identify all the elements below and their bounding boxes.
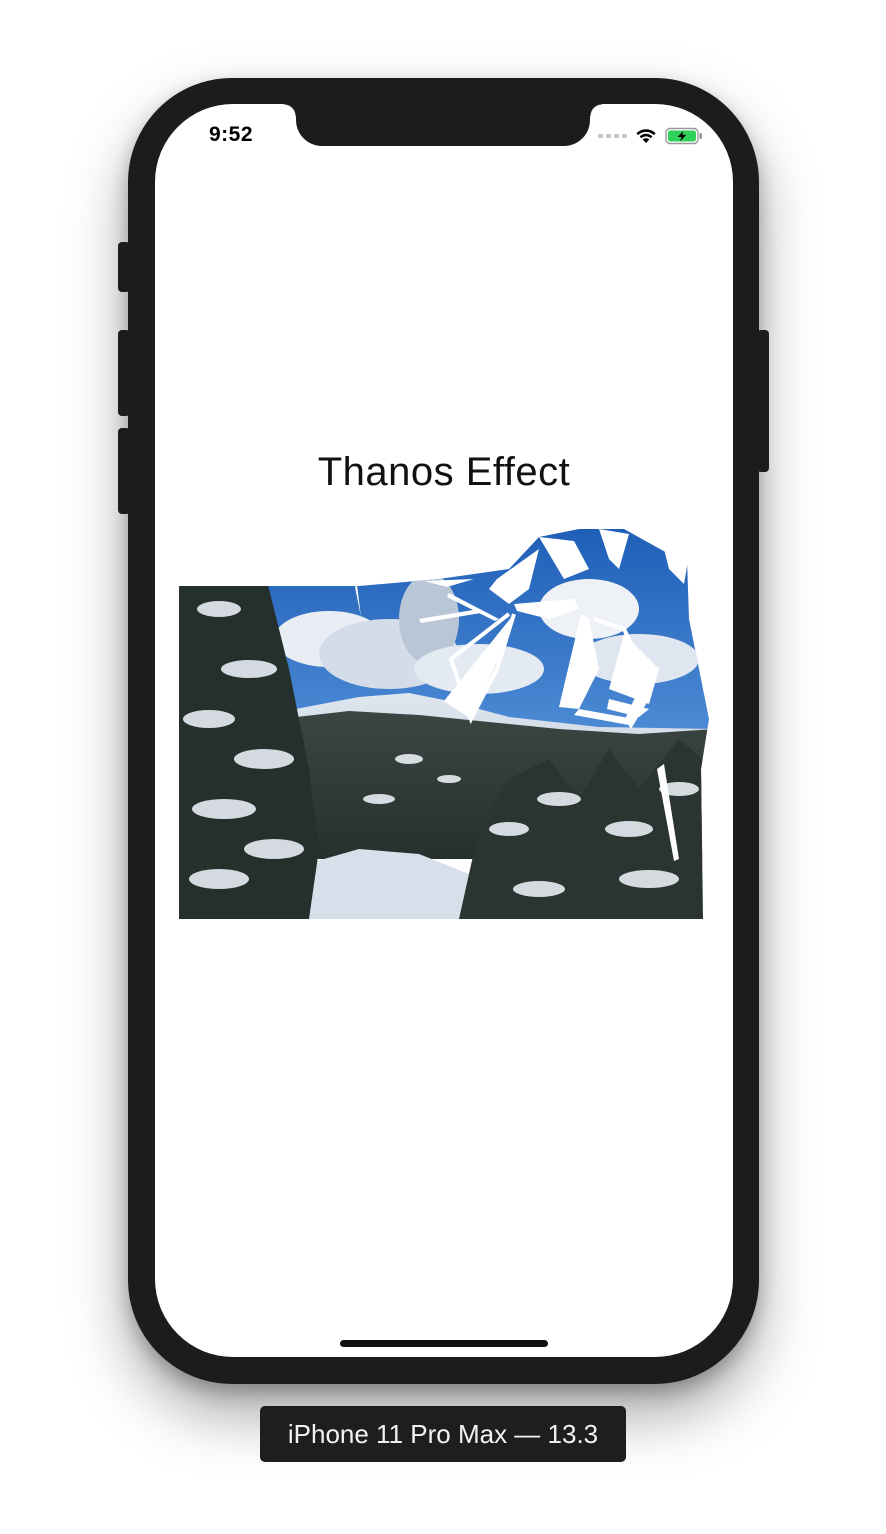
- status-icons: [598, 126, 703, 146]
- phone-screen: 9:52 Thanos Effect: [155, 104, 733, 1357]
- simulator-stage: 9:52 Thanos Effect iPhone 11 Pro Max — 1…: [0, 0, 886, 1534]
- device-label: iPhone 11 Pro Max — 13.3: [260, 1406, 626, 1462]
- home-indicator[interactable]: [340, 1340, 548, 1347]
- page-title: Thanos Effect: [317, 450, 571, 494]
- cellular-dots-icon: [598, 134, 627, 138]
- battery-charging-icon: [665, 127, 702, 145]
- status-time: 9:52: [209, 123, 254, 146]
- shattered-photo[interactable]: [179, 529, 714, 919]
- wifi-icon: [636, 129, 656, 143]
- notch: [284, 104, 602, 146]
